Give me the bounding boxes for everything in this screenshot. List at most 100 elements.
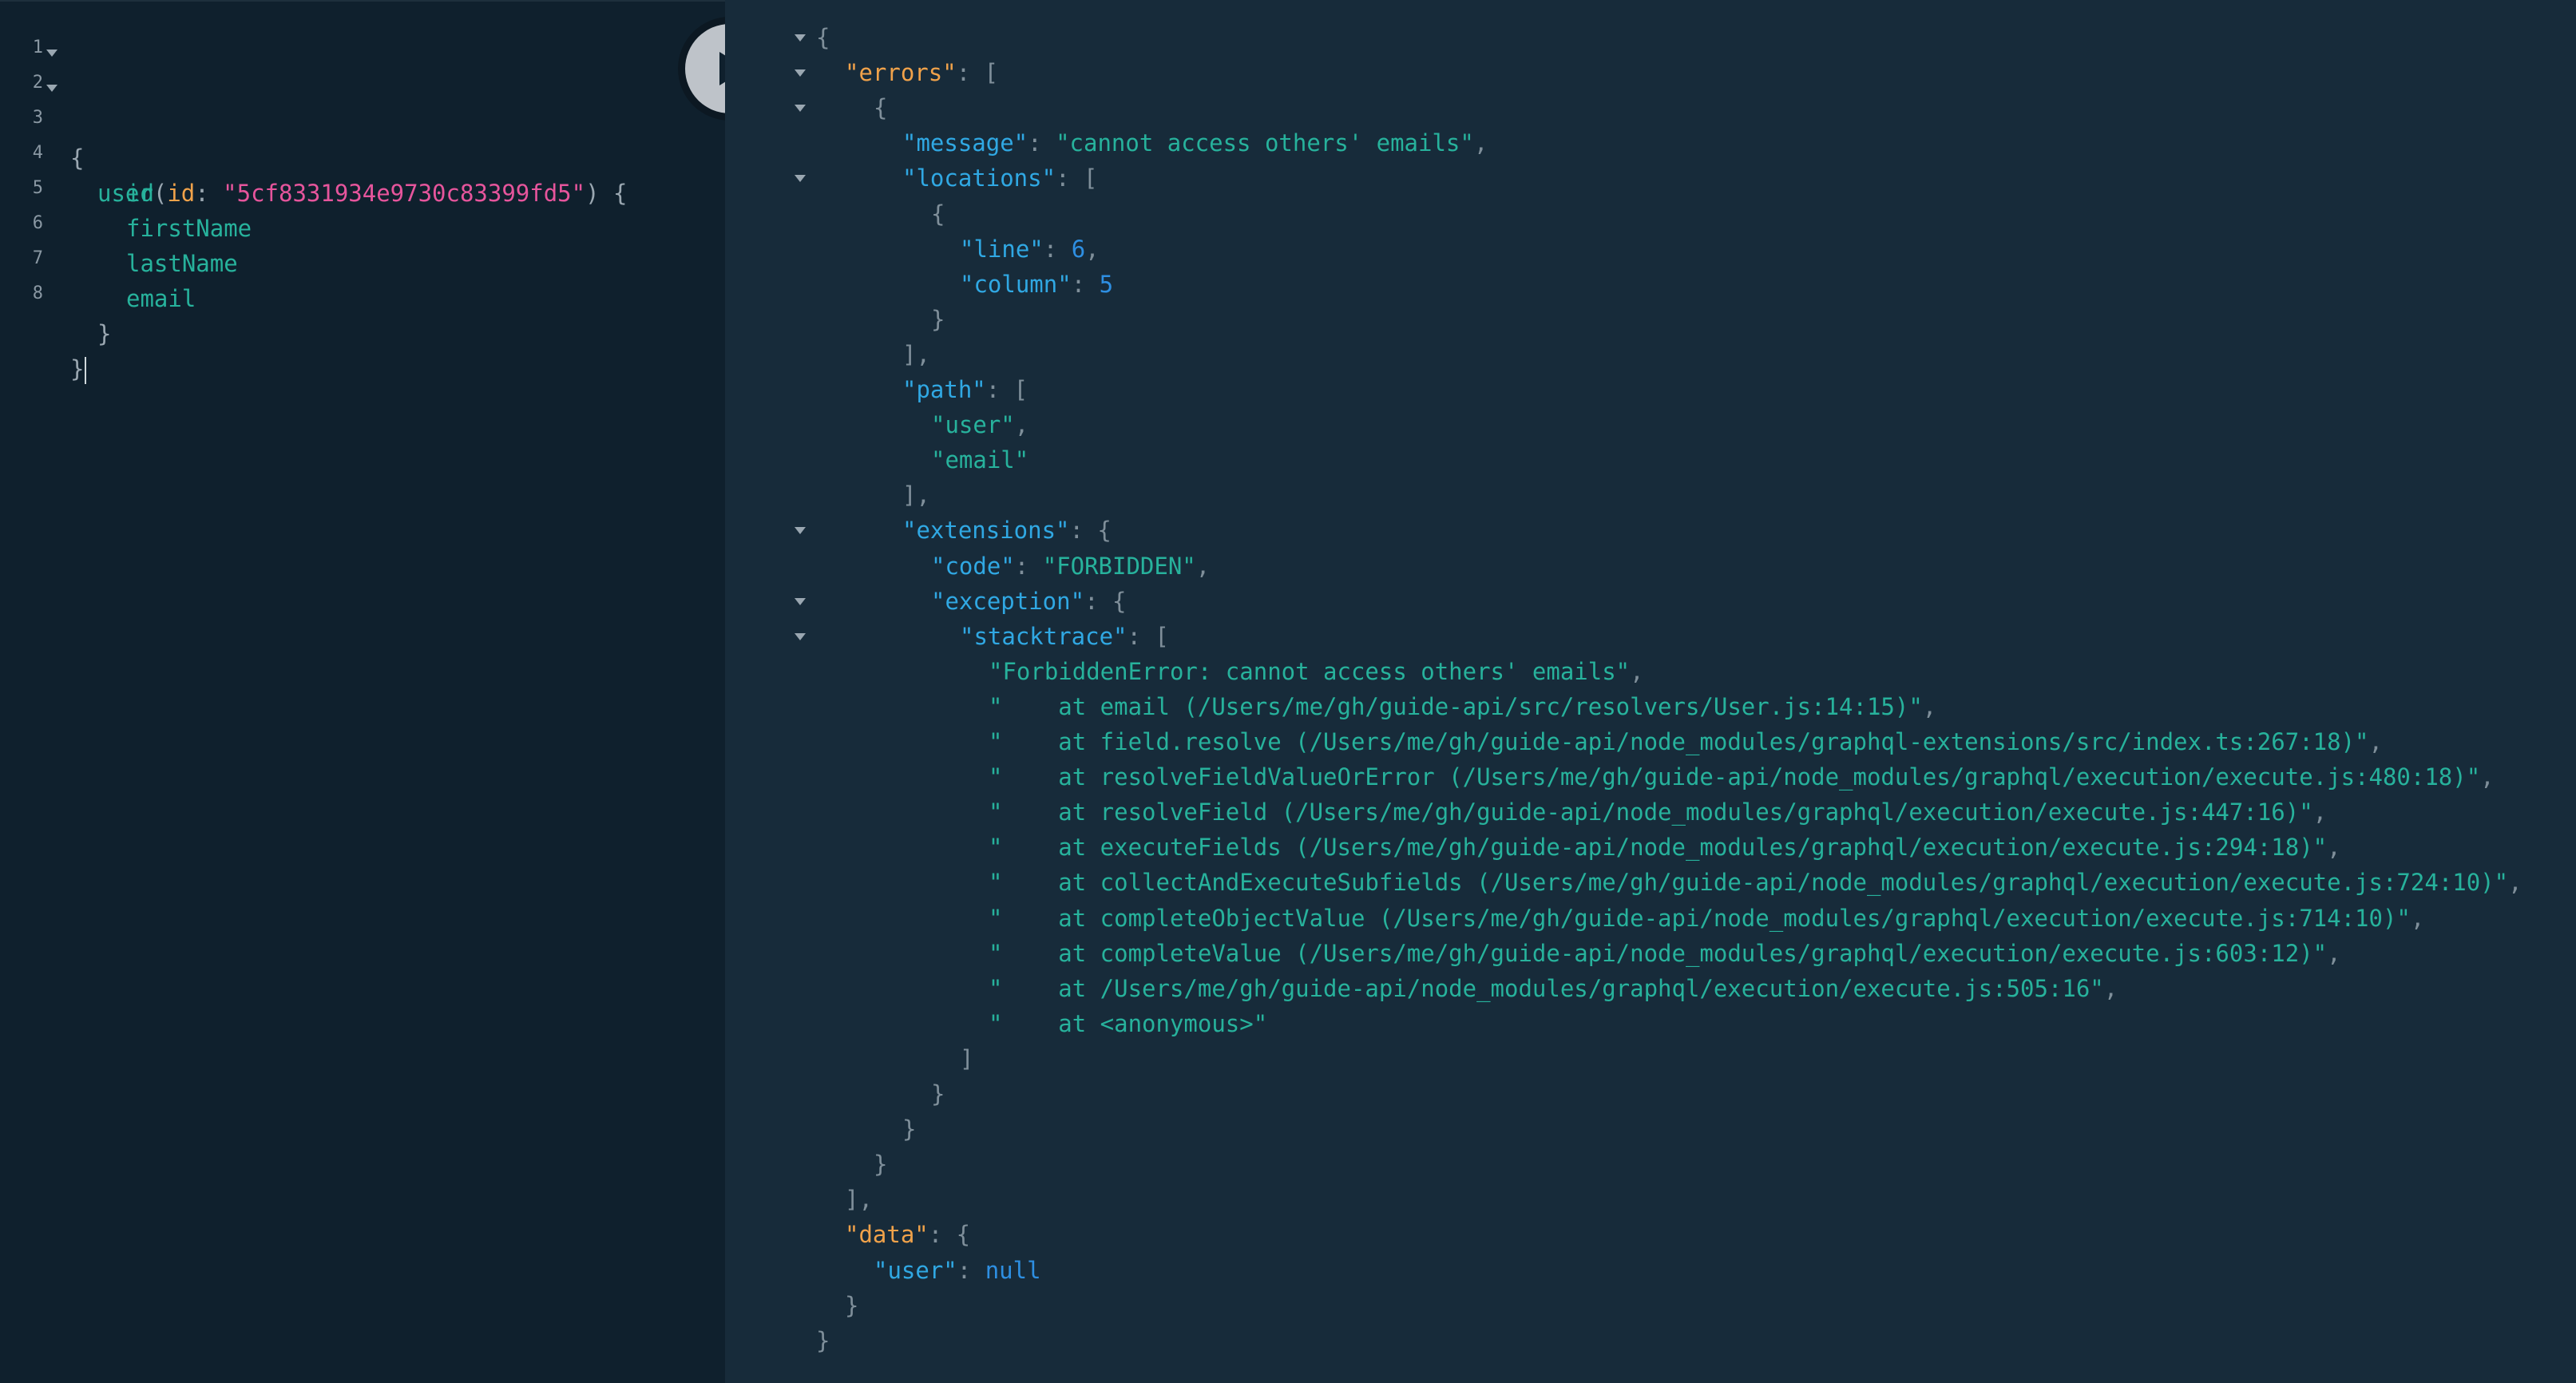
result-token: : [	[985, 376, 1028, 403]
result-token: "cannot access others' emails"	[1056, 129, 1474, 157]
result-token: ,	[1473, 129, 1488, 157]
result-token: }	[874, 1151, 888, 1178]
result-token: " at completeObjectValue (/Users/me/gh/g…	[989, 905, 2411, 932]
result-token: " at resolveFieldValueOrError (/Users/me…	[989, 763, 2481, 791]
fold-toggle-icon[interactable]	[795, 34, 806, 42]
line-number: 1	[32, 38, 43, 57]
result-token: " at field.resolve (/Users/me/gh/guide-a…	[989, 728, 2369, 755]
result-token: " at completeValue (/Users/me/gh/guide-a…	[989, 940, 2328, 967]
result-token: "data"	[845, 1221, 929, 1248]
result-token: ,	[2327, 940, 2341, 967]
result-token: " at /Users/me/gh/guide-api/node_modules…	[989, 975, 2104, 1002]
result-token: ,	[2368, 728, 2383, 755]
result-token: "locations"	[902, 164, 1056, 192]
result-token: }	[816, 1327, 830, 1354]
query-field-firstname: firstName	[126, 215, 252, 242]
result-token: : [	[1127, 623, 1169, 650]
fold-toggle-icon[interactable]	[795, 69, 806, 77]
result-token: "message"	[902, 129, 1028, 157]
fold-toggle-icon[interactable]	[795, 527, 806, 534]
result-token: ]	[960, 1045, 974, 1072]
result-token: ],	[902, 341, 930, 368]
result-token: "stacktrace"	[960, 623, 1127, 650]
line-number: 2	[32, 73, 43, 93]
line-number: 3	[32, 108, 43, 128]
colon: :	[195, 180, 224, 207]
result-token: 5	[1099, 271, 1114, 298]
result-token: : [	[1056, 164, 1098, 192]
close-paren-brace: ) {	[585, 180, 628, 207]
result-token: :	[1028, 129, 1056, 157]
result-token: }	[845, 1292, 859, 1319]
fold-toggle-icon[interactable]	[795, 105, 806, 112]
result-token: null	[985, 1257, 1041, 1284]
query-inner-close: }	[97, 320, 112, 347]
fold-toggle-icon[interactable]	[46, 85, 57, 92]
result-token: " at executeFields (/Users/me/gh/guide-a…	[989, 834, 2328, 861]
result-token: " at email (/Users/me/gh/guide-api/src/r…	[989, 693, 1923, 720]
fold-toggle-icon[interactable]	[795, 633, 806, 640]
result-token: }	[931, 306, 945, 333]
result-token: ,	[1630, 658, 1644, 685]
result-token: : {	[1084, 588, 1127, 615]
line-number: 8	[32, 283, 43, 303]
result-token: "FORBIDDEN"	[1042, 553, 1196, 580]
result-token: ,	[1085, 236, 1100, 263]
query-field-id: id	[126, 180, 154, 207]
result-token: :	[957, 1257, 985, 1284]
query-editor[interactable]: 1 { 2 user(id: "5cf8331934e9730c83399fd5…	[0, 0, 725, 1383]
result-token: "user"	[874, 1257, 957, 1284]
result-token: }	[902, 1116, 917, 1143]
result-viewer[interactable]: {"errors": [{"message": "cannot access o…	[725, 0, 2576, 1383]
result-token: "exception"	[931, 588, 1085, 615]
result-token: ,	[1922, 693, 1937, 720]
query-field-lastname: lastName	[126, 250, 238, 277]
result-token: ,	[1195, 553, 1211, 580]
open-paren: (	[153, 180, 168, 207]
line-number: 6	[32, 213, 43, 233]
query-field-email: email	[126, 285, 196, 312]
line-number: 7	[32, 248, 43, 268]
result-token: ,	[1014, 411, 1029, 438]
result-token: " at collectAndExecuteSubfields (/Users/…	[989, 869, 2509, 896]
result-token: ,	[2508, 869, 2522, 896]
result-token: ,	[2410, 905, 2425, 932]
text-cursor	[85, 357, 87, 384]
result-token: "email"	[931, 446, 1029, 474]
line-number: 5	[32, 178, 43, 198]
result-token: "ForbiddenError: cannot access others' e…	[989, 658, 1631, 685]
result-token: "code"	[931, 553, 1015, 580]
fold-toggle-icon[interactable]	[795, 598, 806, 605]
result-token: "extensions"	[902, 517, 1070, 544]
fold-toggle-icon[interactable]	[795, 175, 806, 182]
result-token: :	[1043, 236, 1072, 263]
result-token: ,	[2327, 834, 2341, 861]
result-token: {	[874, 94, 888, 121]
result-token: : {	[928, 1221, 971, 1248]
line-number: 4	[32, 143, 43, 163]
result-token: {	[931, 200, 945, 228]
result-token: "user"	[931, 411, 1015, 438]
arg-name: id	[167, 180, 196, 207]
result-token: ],	[845, 1186, 873, 1213]
result-token: " at <anonymous>"	[989, 1010, 1268, 1037]
result-token: ],	[902, 481, 930, 509]
fold-toggle-icon[interactable]	[46, 50, 57, 57]
result-token: : [	[956, 59, 999, 86]
result-token: ,	[2103, 975, 2118, 1002]
query-close-brace: }	[70, 351, 87, 386]
result-token: :	[1071, 271, 1100, 298]
result-token: "line"	[960, 236, 1044, 263]
result-token: " at resolveField (/Users/me/gh/guide-ap…	[989, 798, 2313, 826]
result-token: "errors"	[845, 59, 957, 86]
result-token: :	[1014, 553, 1043, 580]
result-token: }	[931, 1080, 945, 1108]
query-open-brace: {	[70, 145, 85, 172]
result-token: "column"	[960, 271, 1072, 298]
arg-value: "5cf8331934e9730c83399fd5"	[223, 180, 586, 207]
result-token: ,	[2312, 798, 2328, 826]
query-line-8[interactable]: 8 }	[0, 281, 87, 384]
result-token: : {	[1069, 517, 1112, 544]
result-token: "path"	[902, 376, 986, 403]
result-token: ,	[2480, 763, 2495, 791]
